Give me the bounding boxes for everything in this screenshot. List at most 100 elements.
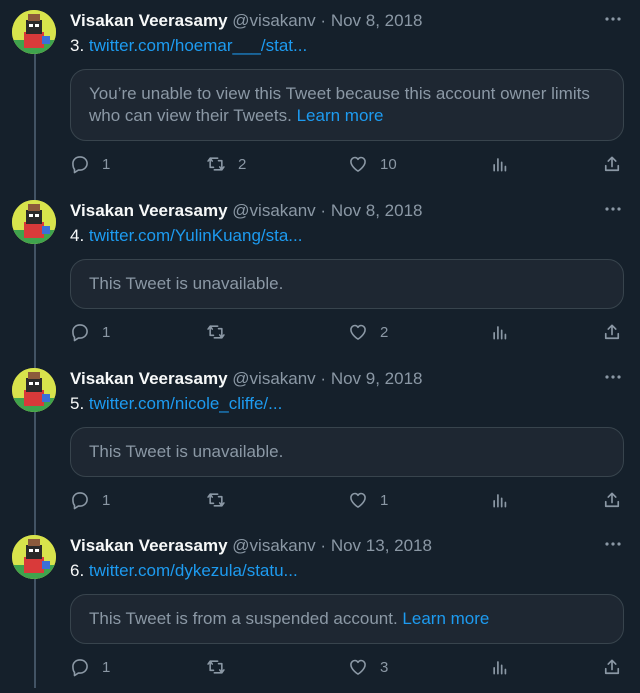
user-handle[interactable]: @visakanv: [232, 536, 315, 555]
share-icon: [602, 154, 622, 174]
analytics-icon: [490, 154, 510, 174]
like-count: 10: [380, 155, 397, 173]
more-icon[interactable]: [602, 533, 624, 555]
quoted-tweet-notice[interactable]: This Tweet is unavailable.: [70, 427, 624, 477]
like-button[interactable]: 2: [348, 322, 388, 342]
tweet-link[interactable]: twitter.com/hoemar___/stat...: [89, 36, 307, 55]
thread-number: 5.: [70, 394, 85, 413]
display-name[interactable]: Visakan Veerasamy: [70, 369, 228, 388]
avatar[interactable]: [12, 200, 56, 244]
heart-icon: [348, 154, 368, 174]
tweet-header: Visakan Veerasamy @visakanv · Nov 8, 201…: [70, 201, 423, 221]
tweet-link[interactable]: twitter.com/YulinKuang/sta...: [89, 226, 303, 245]
tweet-link[interactable]: twitter.com/dykezula/statu...: [89, 561, 298, 580]
analytics-icon: [490, 657, 510, 677]
learn-more-link[interactable]: Learn more: [297, 106, 384, 125]
retweet-button[interactable]: [206, 657, 238, 677]
more-icon[interactable]: [602, 8, 624, 30]
action-bar: 1 3: [0, 657, 640, 681]
user-handle[interactable]: @visakanv: [232, 201, 315, 220]
avatar[interactable]: [12, 535, 56, 579]
tweet-date[interactable]: Nov 13, 2018: [331, 536, 432, 555]
tweet-date[interactable]: Nov 9, 2018: [331, 369, 423, 388]
heart-icon: [348, 322, 368, 342]
views-button[interactable]: [490, 490, 510, 510]
tweet-date[interactable]: Nov 8, 2018: [331, 11, 423, 30]
tweet-header: Visakan Veerasamy @visakanv · Nov 9, 201…: [70, 369, 423, 389]
separator: ·: [320, 536, 327, 555]
user-handle[interactable]: @visakanv: [232, 11, 315, 30]
reply-icon: [70, 322, 90, 342]
reply-icon: [70, 490, 90, 510]
separator: ·: [320, 11, 327, 30]
learn-more-link[interactable]: Learn more: [402, 609, 489, 628]
retweet-button[interactable]: [206, 322, 238, 342]
reply-icon: [70, 154, 90, 174]
reply-button[interactable]: 1: [70, 154, 110, 174]
like-button[interactable]: 3: [348, 657, 388, 677]
action-bar: 1 2: [0, 322, 640, 346]
like-button[interactable]: 1: [348, 490, 388, 510]
tweet-text: 4. twitter.com/YulinKuang/sta...: [70, 226, 302, 246]
retweet-button[interactable]: 2: [206, 154, 246, 174]
tweet[interactable]: Visakan Veerasamy @visakanv · Nov 8, 201…: [0, 190, 640, 358]
analytics-icon: [490, 322, 510, 342]
thread-number: 4.: [70, 226, 85, 245]
reply-icon: [70, 657, 90, 677]
avatar[interactable]: [12, 10, 56, 54]
display-name[interactable]: Visakan Veerasamy: [70, 536, 228, 555]
quoted-tweet-notice[interactable]: This Tweet is from a suspended account. …: [70, 594, 624, 644]
views-button[interactable]: [490, 322, 510, 342]
reply-button[interactable]: 1: [70, 322, 110, 342]
display-name[interactable]: Visakan Veerasamy: [70, 11, 228, 30]
more-icon[interactable]: [602, 366, 624, 388]
thread-number: 6.: [70, 561, 85, 580]
action-bar: 1 1: [0, 490, 640, 514]
notice-text: This Tweet is from a suspended account.: [89, 609, 398, 628]
reply-count: 1: [102, 658, 111, 676]
retweet-button[interactable]: [206, 490, 238, 510]
heart-icon: [348, 657, 368, 677]
reply-count: 1: [102, 491, 111, 509]
more-icon[interactable]: [602, 198, 624, 220]
separator: ·: [320, 201, 327, 220]
share-button[interactable]: [602, 657, 622, 677]
share-button[interactable]: [602, 322, 622, 342]
retweet-icon: [206, 322, 226, 342]
tweet-text: 3. twitter.com/hoemar___/stat...: [70, 36, 307, 56]
views-button[interactable]: [490, 657, 510, 677]
retweet-icon: [206, 154, 226, 174]
tweet-date[interactable]: Nov 8, 2018: [331, 201, 423, 220]
share-icon: [602, 490, 622, 510]
user-handle[interactable]: @visakanv: [232, 369, 315, 388]
tweet[interactable]: Visakan Veerasamy @visakanv · Nov 8, 201…: [0, 0, 640, 174]
share-button[interactable]: [602, 490, 622, 510]
like-count: 1: [380, 491, 389, 509]
share-icon: [602, 322, 622, 342]
separator: ·: [320, 369, 327, 388]
notice-text: This Tweet is unavailable.: [89, 274, 284, 293]
tweet[interactable]: Visakan Veerasamy @visakanv · Nov 13, 20…: [0, 525, 640, 693]
tweet[interactable]: Visakan Veerasamy @visakanv · Nov 9, 201…: [0, 358, 640, 526]
heart-icon: [348, 490, 368, 510]
retweet-icon: [206, 490, 226, 510]
quoted-tweet-notice[interactable]: This Tweet is unavailable.: [70, 259, 624, 309]
share-button[interactable]: [602, 154, 622, 174]
tweet-text: 6. twitter.com/dykezula/statu...: [70, 561, 298, 581]
like-count: 3: [380, 658, 389, 676]
avatar[interactable]: [12, 368, 56, 412]
quoted-tweet-notice[interactable]: You’re unable to view this Tweet because…: [70, 69, 624, 141]
views-button[interactable]: [490, 154, 510, 174]
tweet-header: Visakan Veerasamy @visakanv · Nov 13, 20…: [70, 536, 432, 556]
reply-button[interactable]: 1: [70, 490, 110, 510]
analytics-icon: [490, 490, 510, 510]
like-count: 2: [380, 323, 389, 341]
tweet-header: Visakan Veerasamy @visakanv · Nov 8, 201…: [70, 11, 423, 31]
reply-count: 1: [102, 155, 111, 173]
reply-count: 1: [102, 323, 111, 341]
display-name[interactable]: Visakan Veerasamy: [70, 201, 228, 220]
like-button[interactable]: 10: [348, 154, 397, 174]
tweet-link[interactable]: twitter.com/nicole_cliffe/...: [89, 394, 282, 413]
reply-button[interactable]: 1: [70, 657, 110, 677]
notice-text: This Tweet is unavailable.: [89, 442, 284, 461]
